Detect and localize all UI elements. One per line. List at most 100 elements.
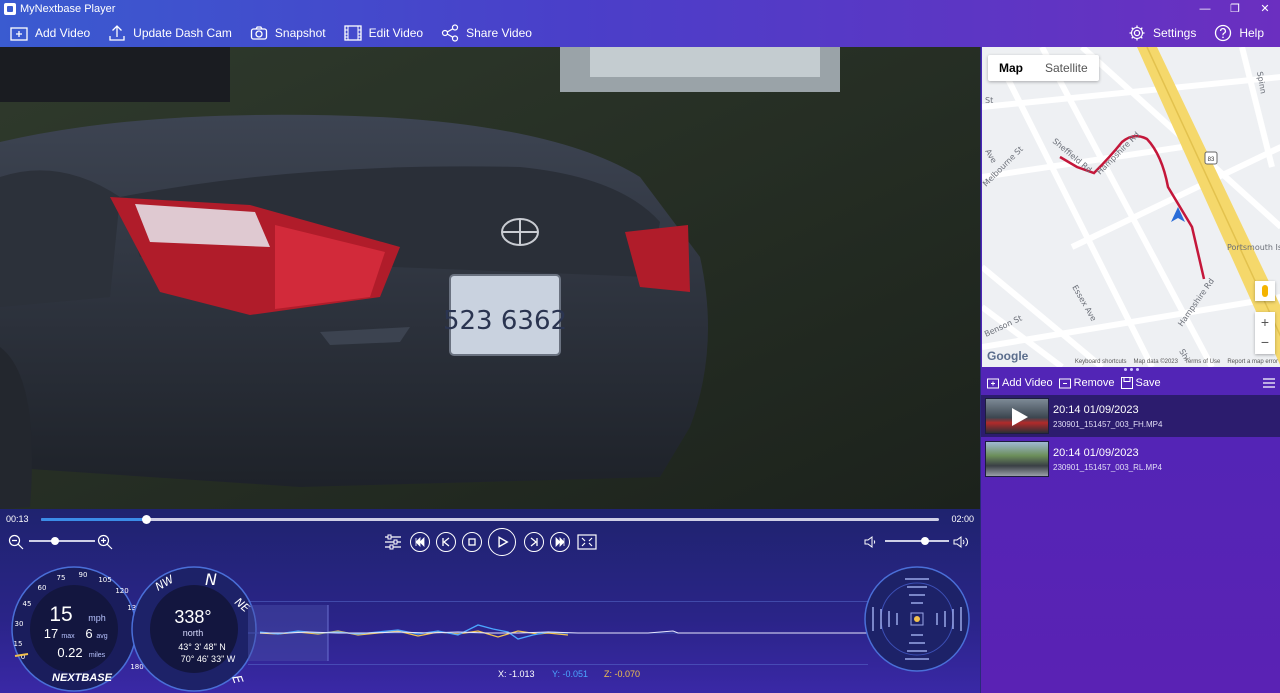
max-label: max [61, 633, 75, 640]
skip-forward-icon [555, 537, 565, 547]
gsensor-x-value: X: -1.013 [498, 669, 535, 679]
right-panel: 83 Sheffield Rd Hampshire Rd Melbourne S… [980, 47, 1280, 693]
zoom-in-button[interactable]: + [1255, 312, 1275, 332]
tick-label: 120 [115, 587, 128, 595]
playlist-remove-button[interactable]: Remove [1058, 377, 1115, 389]
camera-icon [250, 25, 268, 40]
minimize-button[interactable]: — [1190, 0, 1220, 18]
distance-value: 0.22 [57, 645, 82, 660]
folder-add-icon [987, 378, 999, 389]
latitude: 43° 3' 48" N [178, 642, 226, 652]
add-video-label: Add Video [35, 25, 91, 40]
seek-handle[interactable] [142, 515, 152, 524]
previous-frame-button[interactable] [436, 532, 456, 552]
playlist-item-filename: 230901_151457_003_FH.MP4 [1053, 419, 1163, 429]
video-thumbnail [985, 441, 1049, 477]
update-dash-cam-button[interactable]: Update Dash Cam [108, 24, 232, 42]
play-overlay-icon [1012, 408, 1028, 426]
toolbar-right-group: Settings Help [1118, 18, 1272, 47]
map-panel[interactable]: 83 Sheffield Rd Hampshire Rd Melbourne S… [982, 47, 1280, 367]
restore-button[interactable]: ❐ [1220, 0, 1250, 18]
gsensor-graph [248, 601, 868, 665]
max-speed-value: 17 [44, 626, 58, 641]
playlist-item-time: 20:14 01/09/2023 [1053, 403, 1139, 416]
playlist-item[interactable]: 20:14 01/09/2023 230901_151457_003_FH.MP… [981, 395, 1280, 437]
volume-slider-track[interactable] [885, 540, 949, 542]
app-title: MyNextbase Player [20, 3, 116, 15]
video-thumbnail [985, 398, 1049, 434]
zoom-out-icon[interactable] [8, 534, 24, 550]
volume-low-icon[interactable] [864, 535, 878, 549]
playlist-add-video-label: Add Video [1002, 377, 1053, 389]
edit-video-button[interactable]: Edit Video [343, 24, 423, 42]
avg-speed-value: 6 [85, 626, 92, 641]
video-viewport[interactable]: 523 6362 [0, 47, 980, 509]
gear-icon [1129, 25, 1145, 40]
playlist-toolbar: Add Video Remove Save [981, 373, 1280, 393]
current-time: 00:13 [6, 514, 29, 524]
main-toolbar: Add Video Update Dash Cam Snapshot Edit … [0, 18, 1280, 47]
map-label-st: St [985, 96, 993, 105]
zoom-in-icon[interactable] [97, 534, 113, 550]
speed-unit: mph [88, 613, 106, 623]
heading-value: 338° [174, 607, 211, 627]
video-frame-image: 523 6362 [0, 47, 980, 509]
tab-satellite[interactable]: Satellite [1034, 55, 1099, 81]
window-controls: — ❐ ✕ [1190, 0, 1280, 18]
terms-link[interactable]: Terms of Use [1185, 359, 1220, 365]
playlist-save-label: Save [1135, 377, 1161, 389]
compass-label-n: N [205, 570, 217, 589]
map-data-label: Map data ©2023 [1133, 358, 1178, 365]
next-frame-button[interactable] [524, 532, 544, 552]
avg-label: avg [96, 633, 107, 640]
settings-label: Settings [1152, 25, 1197, 40]
zoom-out-button[interactable]: − [1255, 332, 1275, 352]
help-button[interactable]: Help [1214, 24, 1264, 42]
playlist-item-time: 20:14 01/09/2023 [1053, 446, 1139, 459]
tick-label: 60 [38, 584, 47, 592]
gsensor-z-value: Z: -0.070 [604, 669, 641, 679]
skip-forward-button[interactable] [550, 532, 570, 552]
seek-track[interactable] [41, 515, 939, 524]
adjustments-icon[interactable] [383, 532, 403, 552]
add-video-icon [10, 26, 28, 41]
longitude: 70° 46' 33" W [181, 654, 236, 664]
stop-button[interactable] [462, 532, 482, 552]
pegman-icon[interactable] [1255, 281, 1275, 301]
share-video-button[interactable]: Share Video [441, 23, 532, 42]
playlist-save-button[interactable]: Save [1120, 377, 1161, 389]
skip-back-button[interactable] [410, 532, 430, 552]
keyboard-shortcuts-link[interactable]: Keyboard shortcuts [1075, 359, 1127, 365]
playlist-item[interactable]: 20:14 01/09/2023 230901_151457_003_RL.MP… [981, 438, 1280, 480]
seek-progress [41, 518, 147, 521]
hamburger-menu-icon[interactable] [1263, 377, 1275, 389]
map-footer: Keyboard shortcuts Map data ©2023 Terms … [982, 356, 1280, 367]
panel-splitter-handle[interactable] [1121, 367, 1141, 371]
playback-button-row [0, 528, 980, 556]
gforce-radar [864, 566, 970, 672]
report-error-link[interactable]: Report a map error [1227, 359, 1278, 365]
tick-label: 75 [57, 574, 66, 582]
tab-map[interactable]: Map [988, 55, 1034, 81]
tick-label: 90 [79, 571, 88, 579]
playlist-add-video-button[interactable]: Add Video [987, 377, 1053, 389]
settings-button[interactable]: Settings [1128, 24, 1196, 42]
gsensor-line-x [260, 630, 868, 634]
zoom-slider-handle[interactable] [51, 537, 60, 545]
share-icon [442, 23, 459, 42]
playlist-item-filename: 230901_151457_003_RL.MP4 [1053, 462, 1162, 472]
snapshot-button[interactable]: Snapshot [250, 24, 326, 42]
volume-high-icon[interactable] [953, 535, 971, 549]
add-video-button[interactable]: Add Video [10, 24, 90, 42]
help-icon [1215, 24, 1232, 41]
map-canvas[interactable]: 83 Sheffield Rd Hampshire Rd Melbourne S… [982, 47, 1280, 367]
dashboard-widgets: 0 15 30 45 60 75 90 105 120 135 150 165 … [0, 557, 980, 693]
volume-slider-handle[interactable] [920, 537, 929, 545]
fullscreen-icon[interactable] [577, 532, 597, 552]
update-dash-cam-label: Update Dash Cam [133, 25, 232, 40]
play-button[interactable] [488, 528, 516, 556]
speed-value: 15 [49, 603, 72, 626]
distance-unit: miles [89, 652, 106, 659]
zoom-slider-track[interactable] [29, 540, 95, 542]
close-button[interactable]: ✕ [1250, 0, 1280, 18]
